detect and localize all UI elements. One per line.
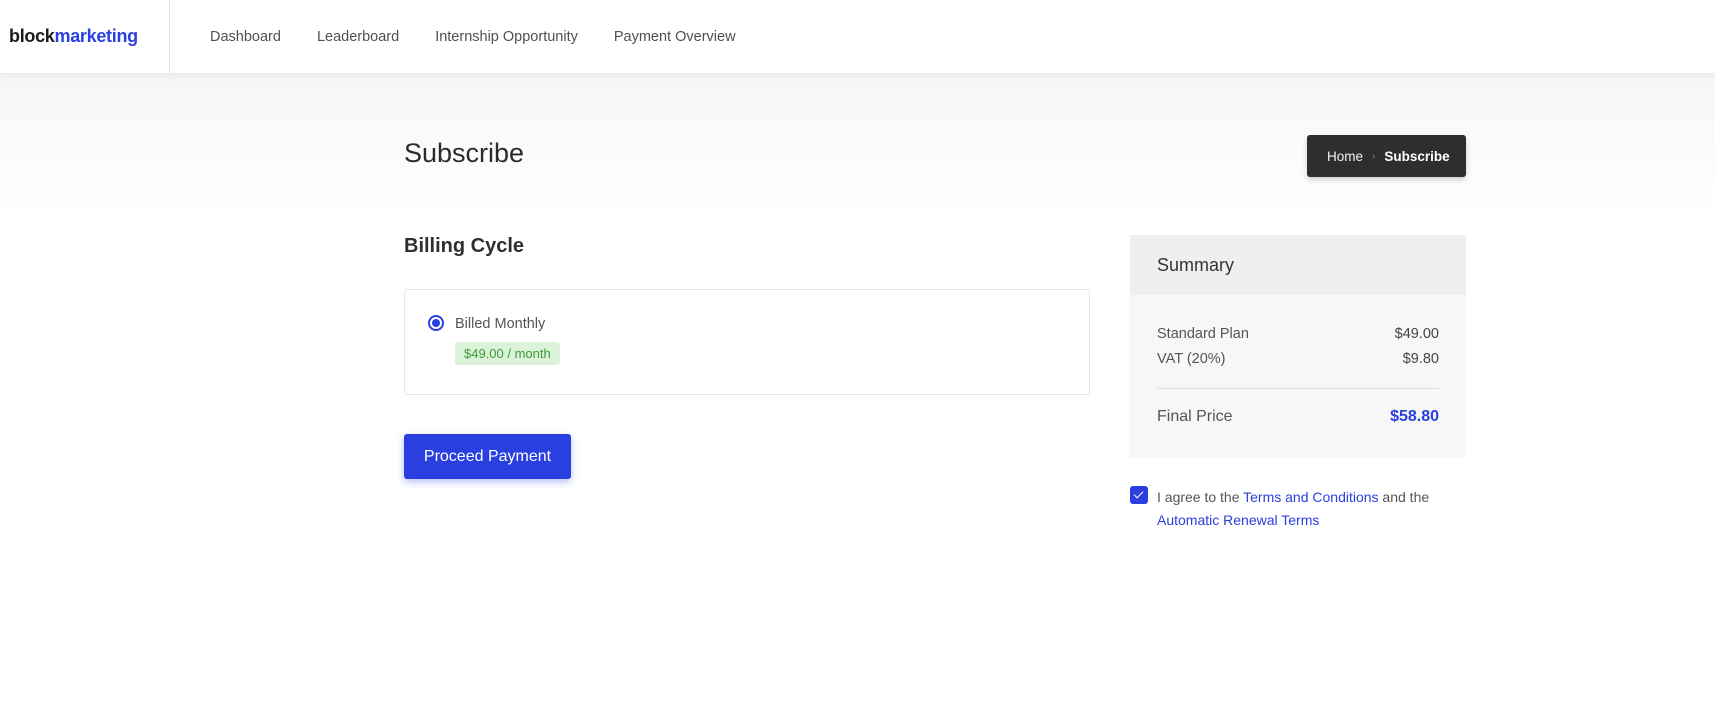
summary-row-value: $49.00 — [1394, 326, 1439, 342]
billing-monthly-radio[interactable] — [428, 315, 444, 331]
summary-divider — [1157, 388, 1439, 389]
top-navbar: block marketing Dashboard Leaderboard Int… — [0, 0, 1715, 74]
billing-option-label: Billed Monthly — [455, 316, 546, 332]
billing-option-card[interactable]: Billed Monthly $49.00 / month — [404, 289, 1090, 395]
summary-row-value: $9.80 — [1402, 351, 1439, 367]
brand-logo[interactable]: block marketing — [0, 0, 170, 74]
automatic-renewal-terms-link[interactable]: Automatic Renewal Terms — [1157, 512, 1319, 528]
summary-row-label: VAT (20%) — [1157, 351, 1226, 367]
summary-final-row: Final Price $58.80 — [1157, 408, 1439, 426]
main-nav: Dashboard Leaderboard Internship Opportu… — [170, 29, 772, 45]
brand-logo-part2: marketing — [54, 26, 139, 46]
nav-item-payment-overview[interactable]: Payment Overview — [614, 29, 736, 45]
terms-text: I agree to the Terms and Conditions and … — [1157, 486, 1467, 532]
terms-conditions-link[interactable]: Terms and Conditions — [1243, 489, 1378, 505]
page-title: Subscribe — [404, 138, 525, 168]
terms-checkbox[interactable] — [1130, 486, 1148, 504]
breadcrumb-chevron-icon: › — [1372, 150, 1376, 162]
nav-item-leaderboard[interactable]: Leaderboard — [317, 29, 399, 45]
breadcrumb-current: Subscribe — [1384, 148, 1450, 164]
summary-row-plan: Standard Plan $49.00 — [1157, 326, 1439, 342]
brand-logo-part1: block — [9, 26, 55, 46]
billing-cycle-title: Billing Cycle — [404, 235, 525, 257]
summary-title: Summary — [1130, 235, 1466, 295]
final-price-label: Final Price — [1157, 408, 1233, 425]
proceed-payment-button[interactable]: Proceed Payment — [404, 434, 571, 479]
terms-middle: and the — [1378, 489, 1430, 505]
breadcrumb-home-link[interactable]: Home — [1327, 149, 1363, 164]
terms-prefix: I agree to the — [1157, 489, 1244, 505]
nav-item-dashboard[interactable]: Dashboard — [210, 29, 281, 45]
summary-row-vat: VAT (20%) $9.80 — [1157, 351, 1439, 367]
summary-row-label: Standard Plan — [1157, 326, 1249, 342]
final-price-value: $58.80 — [1390, 408, 1439, 425]
summary-panel: Summary Standard Plan $49.00 VAT (20%) $… — [1130, 235, 1466, 458]
breadcrumb: Home › Subscribe — [1307, 135, 1466, 177]
nav-item-internship-opportunity[interactable]: Internship Opportunity — [435, 29, 578, 45]
billing-price-badge: $49.00 / month — [455, 342, 560, 365]
